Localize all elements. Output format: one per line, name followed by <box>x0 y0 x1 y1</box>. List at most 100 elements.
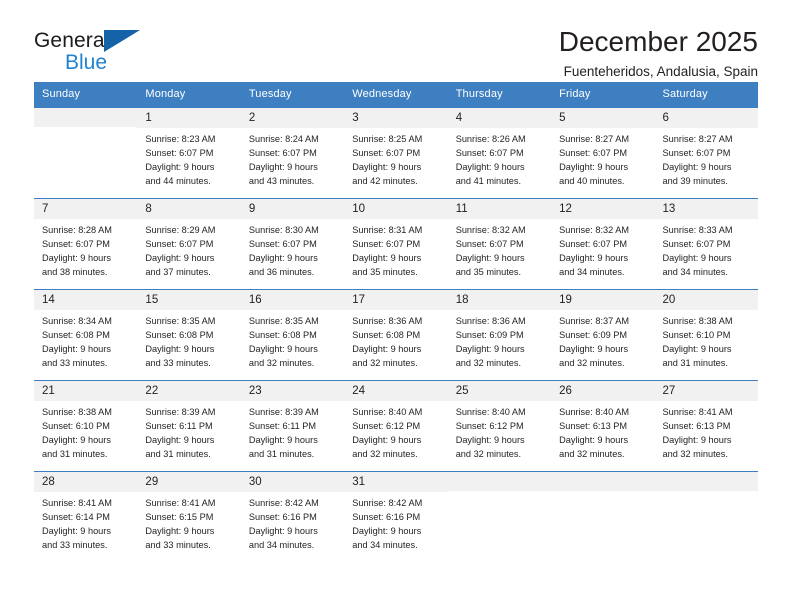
calendar-day-cell-empty[interactable] <box>34 107 138 199</box>
calendar-day-cell[interactable]: 6 Sunrise: 8:27 AM Sunset: 6:07 PM Daylight… <box>654 107 758 199</box>
weekday-header-wednesday: Wednesday <box>344 82 448 108</box>
calendar-day-cell[interactable]: 12 Sunrise: 8:32 AM Sunset: 6:07 PM Dayligh… <box>551 198 655 290</box>
day-details: Sunrise: 8:39 AM Sunset: 6:11 PM Daylight:… <box>241 401 344 462</box>
logo-text-blue: Blue <box>65 51 108 74</box>
calendar-day-cell[interactable]: 30 Sunrise: 8:42 AM Sunset: 6:16 PM Dayligh… <box>240 471 345 558</box>
daylight-text-line1: Daylight: 9 hours <box>42 435 111 446</box>
sunrise-text: Sunrise: 8:25 AM <box>352 134 423 145</box>
day-number: 4 <box>447 108 552 129</box>
day-number <box>551 472 655 491</box>
calendar-day-cell[interactable]: 14 Sunrise: 8:34 AM Sunset: 6:08 PM Dayligh… <box>34 289 138 381</box>
sunrise-text: Sunrise: 8:40 AM <box>352 407 423 418</box>
daylight-text-line2: and 32 minutes. <box>559 449 625 460</box>
day-details: Sunrise: 8:36 AM Sunset: 6:08 PM Daylight:… <box>344 310 447 371</box>
title-block: December 2025 Fuenteheridos, Andalusia, … <box>559 26 758 79</box>
sunrise-text: Sunrise: 8:34 AM <box>42 316 112 327</box>
day-number: 16 <box>240 290 345 311</box>
calendar-day-cell[interactable]: 16 Sunrise: 8:35 AM Sunset: 6:08 PM Dayligh… <box>240 289 345 381</box>
calendar-day-cell[interactable]: 2 Sunrise: 8:24 AM Sunset: 6:07 PM Daylight… <box>240 107 345 199</box>
calendar-day-cell[interactable]: 27 Sunrise: 8:41 AM Sunset: 6:13 PM Dayligh… <box>654 380 758 472</box>
day-number: 7 <box>34 199 138 220</box>
sunrise-text: Sunrise: 8:31 AM <box>352 225 423 236</box>
weekday-header-thursday: Thursday <box>447 82 552 108</box>
daylight-text-line2: and 32 minutes. <box>352 449 418 460</box>
calendar-day-cell[interactable]: 4 Sunrise: 8:26 AM Sunset: 6:07 PM Daylight… <box>447 107 552 199</box>
day-number: 29 <box>137 472 241 493</box>
calendar-day-cell[interactable]: 13 Sunrise: 8:33 AM Sunset: 6:07 PM Dayligh… <box>654 198 758 290</box>
sunset-text: Sunset: 6:09 PM <box>455 330 524 341</box>
daylight-text-line2: and 42 minutes. <box>352 176 418 187</box>
sunrise-text: Sunrise: 8:35 AM <box>145 316 216 327</box>
calendar-day-cell[interactable]: 19 Sunrise: 8:37 AM Sunset: 6:09 PM Dayligh… <box>551 289 655 381</box>
day-details: Sunrise: 8:25 AM Sunset: 6:07 PM Daylight:… <box>344 128 447 189</box>
daylight-text-line2: and 31 minutes. <box>145 449 211 460</box>
sunrise-text: Sunrise: 8:30 AM <box>248 225 319 236</box>
calendar-day-cell[interactable]: 5 Sunrise: 8:27 AM Sunset: 6:07 PM Daylight… <box>551 107 655 199</box>
daylight-text-line1: Daylight: 9 hours <box>248 344 318 355</box>
calendar-day-cell-empty[interactable] <box>551 471 655 558</box>
calendar-day-cell[interactable]: 23 Sunrise: 8:39 AM Sunset: 6:11 PM Dayligh… <box>240 380 345 472</box>
daylight-text-line1: Daylight: 9 hours <box>42 344 111 355</box>
sunrise-text: Sunrise: 8:40 AM <box>455 407 526 418</box>
calendar-day-cell[interactable]: 17 Sunrise: 8:36 AM Sunset: 6:08 PM Dayligh… <box>344 289 448 381</box>
calendar-day-cell[interactable]: 22 Sunrise: 8:39 AM Sunset: 6:11 PM Dayligh… <box>137 380 241 472</box>
daylight-text-line1: Daylight: 9 hours <box>248 253 318 264</box>
sunset-text: Sunset: 6:07 PM <box>352 148 421 159</box>
calendar-grid: Sunday Monday Tuesday Wednesday Thursday… <box>34 82 758 558</box>
calendar-day-cell[interactable]: 24 Sunrise: 8:40 AM Sunset: 6:12 PM Dayligh… <box>344 380 448 472</box>
calendar-day-cell[interactable]: 18 Sunrise: 8:36 AM Sunset: 6:09 PM Dayligh… <box>447 289 552 381</box>
calendar-day-cell[interactable]: 10 Sunrise: 8:31 AM Sunset: 6:07 PM Dayligh… <box>344 198 448 290</box>
calendar-day-cell[interactable]: 11 Sunrise: 8:32 AM Sunset: 6:07 PM Dayligh… <box>447 198 552 290</box>
calendar-day-cell[interactable]: 20 Sunrise: 8:38 AM Sunset: 6:10 PM Dayligh… <box>654 289 758 381</box>
calendar-day-cell[interactable]: 15 Sunrise: 8:35 AM Sunset: 6:08 PM Dayligh… <box>137 289 241 381</box>
daylight-text-line1: Daylight: 9 hours <box>352 344 422 355</box>
weekday-header-row: Sunday Monday Tuesday Wednesday Thursday… <box>34 82 758 108</box>
sunset-text: Sunset: 6:07 PM <box>248 148 317 159</box>
calendar-day-cell-empty[interactable] <box>654 471 758 558</box>
calendar-day-cell[interactable]: 26 Sunrise: 8:40 AM Sunset: 6:13 PM Dayligh… <box>551 380 655 472</box>
calendar-day-cell[interactable]: 31 Sunrise: 8:42 AM Sunset: 6:16 PM Dayligh… <box>344 471 448 558</box>
calendar-day-cell[interactable]: 3 Sunrise: 8:25 AM Sunset: 6:07 PM Daylight… <box>344 107 448 199</box>
sunrise-text: Sunrise: 8:27 AM <box>559 134 630 145</box>
daylight-text-line1: Daylight: 9 hours <box>42 253 111 264</box>
calendar-day-cell-empty[interactable] <box>447 471 552 558</box>
logo-text-general: General <box>34 29 110 52</box>
calendar-day-cell[interactable]: 1 Sunrise: 8:23 AM Sunset: 6:07 PM Daylight… <box>137 107 241 199</box>
day-details: Sunrise: 8:41 AM Sunset: 6:13 PM Daylight:… <box>655 401 758 462</box>
day-details: Sunrise: 8:31 AM Sunset: 6:07 PM Daylight:… <box>344 219 447 280</box>
sunrise-text: Sunrise: 8:38 AM <box>662 316 733 327</box>
sunrise-text: Sunrise: 8:39 AM <box>248 407 319 418</box>
calendar-day-cell[interactable]: 21 Sunrise: 8:38 AM Sunset: 6:10 PM Dayligh… <box>34 380 138 472</box>
calendar-day-cell[interactable]: 29 Sunrise: 8:41 AM Sunset: 6:15 PM Dayligh… <box>137 471 241 558</box>
sunset-text: Sunset: 6:12 PM <box>455 421 524 432</box>
daylight-text-line2: and 32 minutes. <box>455 358 522 369</box>
day-number: 2 <box>240 108 345 129</box>
calendar-day-cell[interactable]: 28 Sunrise: 8:41 AM Sunset: 6:14 PM Dayligh… <box>34 471 138 558</box>
daylight-text-line2: and 32 minutes. <box>662 449 728 460</box>
daylight-text-line1: Daylight: 9 hours <box>352 435 422 446</box>
sunset-text: Sunset: 6:10 PM <box>42 421 110 432</box>
daylight-text-line2: and 34 minutes. <box>248 540 315 551</box>
calendar-day-cell[interactable]: 7 Sunrise: 8:28 AM Sunset: 6:07 PM Daylight… <box>34 198 138 290</box>
daylight-text-line1: Daylight: 9 hours <box>248 162 318 173</box>
calendar-day-cell[interactable]: 8 Sunrise: 8:29 AM Sunset: 6:07 PM Daylight… <box>137 198 241 290</box>
day-number: 19 <box>551 290 655 311</box>
sunrise-text: Sunrise: 8:28 AM <box>42 225 112 236</box>
calendar-day-cell[interactable]: 25 Sunrise: 8:40 AM Sunset: 6:12 PM Dayligh… <box>447 380 552 472</box>
daylight-text-line1: Daylight: 9 hours <box>145 344 215 355</box>
daylight-text-line2: and 32 minutes. <box>559 358 625 369</box>
sunset-text: Sunset: 6:07 PM <box>352 239 421 250</box>
daylight-text-line2: and 32 minutes. <box>352 358 418 369</box>
daylight-text-line2: and 33 minutes. <box>145 540 211 551</box>
daylight-text-line2: and 40 minutes. <box>559 176 625 187</box>
daylight-text-line2: and 31 minutes. <box>42 449 108 460</box>
sunrise-text: Sunrise: 8:26 AM <box>455 134 526 145</box>
calendar-day-cell[interactable]: 9 Sunrise: 8:30 AM Sunset: 6:07 PM Daylight… <box>240 198 345 290</box>
day-details: Sunrise: 8:27 AM Sunset: 6:07 PM Daylight:… <box>655 128 758 189</box>
calendar-week-row: 7 Sunrise: 8:28 AM Sunset: 6:07 PM Daylight… <box>34 198 758 290</box>
daylight-text-line2: and 31 minutes. <box>248 449 315 460</box>
day-details: Sunrise: 8:32 AM Sunset: 6:07 PM Daylight:… <box>448 219 551 280</box>
day-details: Sunrise: 8:29 AM Sunset: 6:07 PM Daylight:… <box>137 219 240 280</box>
day-number: 18 <box>447 290 552 311</box>
page-title: December 2025 <box>558 26 758 57</box>
